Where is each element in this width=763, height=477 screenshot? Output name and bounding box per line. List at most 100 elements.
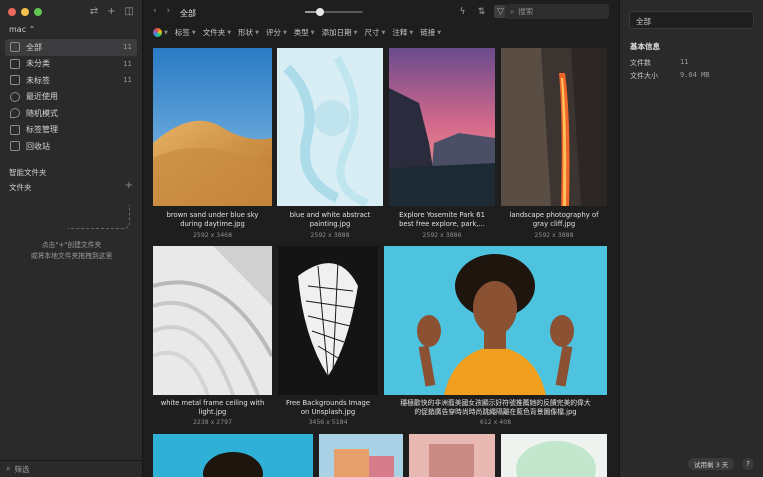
inspector-row-file-count: 文件数 11: [630, 58, 750, 68]
item-name-line1: white metal frame ceiling with: [160, 399, 265, 407]
filter-note[interactable]: 注释 ▼: [392, 27, 413, 38]
sidebar-list: 全部 11 未分类 11 未标签 11 最近使用 随机模式 标签管理 回收站: [5, 39, 137, 155]
thumbnail-desert: [153, 48, 272, 206]
inspector-panel: 全部 基本信息 文件数 11 文件大小 9.04 MB 试用剩 3 天 ?: [619, 0, 763, 477]
swap-icon[interactable]: ⇄: [90, 6, 98, 17]
item-name: blue and white abstract painting.jpg: [271, 211, 389, 229]
flash-icon[interactable]: ϟ: [456, 5, 469, 18]
thumbnail-partial-green: [501, 434, 607, 477]
filter-size[interactable]: 尺寸 ▼: [365, 27, 386, 38]
item-name: landscape photography of gray cliff.jpg: [495, 211, 613, 229]
filter-tags[interactable]: 标签 ▼: [175, 27, 196, 38]
sidebar-item-label: 最近使用: [26, 92, 58, 102]
filter-label: 文件夹: [202, 28, 226, 37]
library-selector[interactable]: mac ⌃: [9, 25, 35, 34]
sidebar-item-label: 未标签: [26, 75, 50, 85]
toolbar-icons: ϟ ⇅ ▽: [456, 5, 507, 18]
sidebar-item-count: 11: [123, 59, 132, 68]
inspector-row-file-size: 文件大小 9.04 MB: [630, 71, 750, 81]
filter-label: 链接: [420, 28, 436, 37]
trash-icon: [10, 141, 20, 152]
trial-badge[interactable]: 试用剩 3 天: [688, 458, 735, 470]
search-placeholder: 搜索: [518, 7, 534, 16]
filter-link[interactable]: 链接 ▼: [420, 27, 441, 38]
item-name-line1: brown sand under blue sky: [166, 211, 259, 219]
add-folder-icon[interactable]: +: [125, 181, 133, 193]
smart-folders-heading[interactable]: 智能文件夹: [9, 167, 47, 178]
history-nav: ‹ ›: [153, 6, 170, 16]
item-dimensions: 2592 x 3888: [534, 232, 574, 239]
item-name: white metal frame ceiling with light.jpg: [147, 399, 278, 417]
item-dimensions: 2592 x 3888: [310, 232, 350, 239]
thumbnail-architecture: [278, 246, 378, 395]
add-icon[interactable]: +: [107, 6, 115, 17]
sidebar-item-all[interactable]: 全部 11: [5, 39, 137, 56]
thumbnail-partial-portrait: [153, 434, 313, 477]
sidebar-item-trash[interactable]: 回收站: [5, 138, 137, 155]
search-input[interactable]: ⌕ 搜索: [505, 4, 609, 19]
folder-hint: 点击"+"创建文件夹 或将本地文件夹拖拽到这里: [0, 240, 143, 262]
help-button[interactable]: ?: [742, 458, 754, 470]
sidebar-item-untagged[interactable]: 未标签 11: [5, 72, 137, 89]
item-dimensions: 2592 x 3886: [422, 232, 462, 239]
inspector-row-value: 9.04 MB: [680, 71, 710, 79]
sidebar-item-label: 未分类: [26, 59, 50, 69]
filter-label: 注释: [392, 28, 408, 37]
item-name-line2: on Unsplash.jpg: [300, 408, 356, 416]
item-dimensions: 612 x 408: [479, 419, 512, 426]
inspector-row-key: 文件大小: [630, 72, 658, 80]
sidebar-filter-label: 筛选: [14, 464, 30, 474]
item-name-line1: Explore Yosemite Park 61: [399, 211, 485, 219]
filter-rating[interactable]: 评分 ▼: [266, 27, 287, 38]
item-name: Explore Yosemite Park 61 best free explo…: [383, 211, 501, 229]
sort-icon[interactable]: ⇅: [475, 5, 488, 18]
filter-folder[interactable]: 文件夹 ▼: [203, 27, 231, 38]
close-window-button[interactable]: [8, 8, 16, 16]
thumbnail-partial-building: [319, 434, 403, 477]
sidebar-filter[interactable]: ⌕ 筛选: [0, 460, 143, 477]
inspector-row-value: 11: [680, 58, 689, 66]
sidebar-item-random[interactable]: 随机模式: [5, 105, 137, 122]
folders-label: 文件夹: [9, 183, 32, 192]
filter-label: 添加日期: [321, 28, 352, 37]
window-controls: [8, 8, 42, 16]
thumbnail-yosemite: [389, 48, 495, 206]
sidebar-item-count: 11: [123, 43, 132, 52]
folder-hint-line2: 或将本地文件夹拖拽到这里: [30, 252, 113, 260]
item-dimensions: 2238 x 2797: [192, 419, 233, 426]
filter-label: 类型: [293, 28, 309, 37]
sidebar-item-recent[interactable]: 最近使用: [5, 89, 137, 106]
item-name-line2: best free explore, park,...: [399, 220, 485, 228]
filter-shape[interactable]: 形状 ▼: [238, 27, 259, 38]
sidebar-item-tag-manage[interactable]: 标签管理: [5, 122, 137, 139]
search-icon: ⌕: [510, 6, 515, 16]
minimize-window-button[interactable]: [21, 8, 29, 16]
inspector-section-heading: 基本信息: [630, 42, 660, 51]
filter-date-added[interactable]: 添加日期 ▼: [322, 27, 358, 38]
forward-icon[interactable]: ›: [167, 6, 171, 16]
filter-type[interactable]: 类型 ▼: [294, 27, 315, 38]
sidebar-item-uncategorized[interactable]: 未分类 11: [5, 56, 137, 73]
all-icon: [10, 42, 20, 53]
filter-label: 尺寸: [364, 28, 380, 37]
thumbnail-ceiling: [153, 246, 272, 395]
inspector-row-key: 文件数: [630, 59, 651, 67]
zoom-slider[interactable]: [305, 8, 363, 16]
filter-label: 形状: [238, 28, 254, 37]
item-name-line2: during daytime.jpg: [180, 220, 245, 228]
color-wheel-icon: [153, 28, 162, 37]
thumbnail-woman-portrait: [384, 246, 607, 395]
item-name: brown sand under blue sky during daytime…: [147, 211, 278, 229]
back-icon[interactable]: ‹: [153, 6, 157, 16]
item-name-line2: 的促銷廣告穿時尚時尚跳繩隔離在藍色背景圖像檔.jpg: [414, 408, 577, 416]
filter-label: 标签: [174, 28, 190, 37]
toggle-sidebar-icon[interactable]: ◫: [125, 6, 134, 17]
inspector-title-field[interactable]: 全部: [629, 11, 754, 29]
item-name-line1: blue and white abstract: [289, 211, 371, 219]
tag-manage-icon: [10, 124, 20, 135]
uncategorized-icon: [10, 58, 20, 69]
zoom-window-button[interactable]: [34, 8, 42, 16]
sidebar-item-count: 11: [123, 76, 132, 85]
zoom-slider-handle[interactable]: [315, 8, 324, 16]
filter-color[interactable]: ▼: [153, 28, 168, 37]
